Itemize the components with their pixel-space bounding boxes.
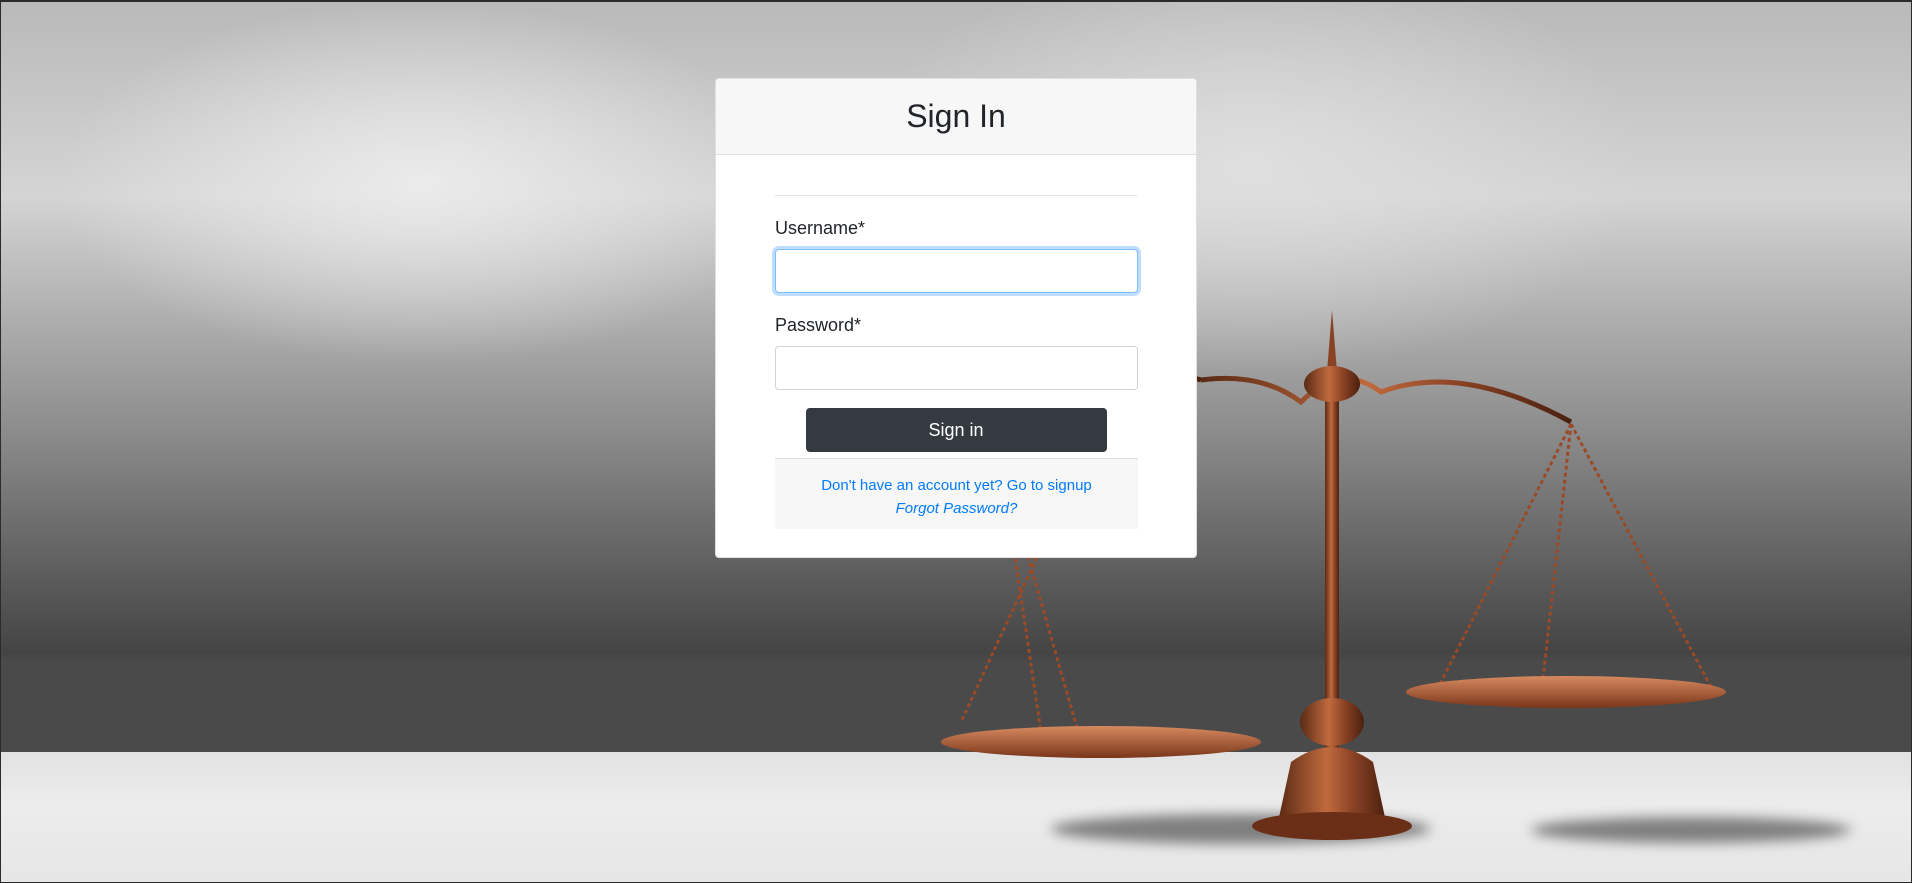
forgot-password-link[interactable]: Forgot Password? [775,497,1138,520]
form-divider [775,195,1137,196]
card-footer: Don't have an account yet? Go to signup … [775,458,1138,529]
password-input[interactable] [775,346,1138,390]
signup-link[interactable]: Don't have an account yet? Go to signup [775,474,1138,497]
password-group: Password* [775,315,1138,390]
password-label: Password* [775,315,862,335]
signin-form: Username* Password* Sign in Don't have a… [716,155,1196,529]
login-page: Sign In Username* Password* Sign in Don'… [0,0,1912,883]
username-input[interactable] [775,249,1138,293]
username-label: Username* [775,218,866,238]
page-title: Sign In [906,98,1006,134]
username-group: Username* [775,218,1138,293]
signin-button[interactable]: Sign in [805,408,1107,452]
card-header: Sign In [716,79,1196,155]
signin-card: Sign In Username* Password* Sign in Don'… [715,78,1197,558]
